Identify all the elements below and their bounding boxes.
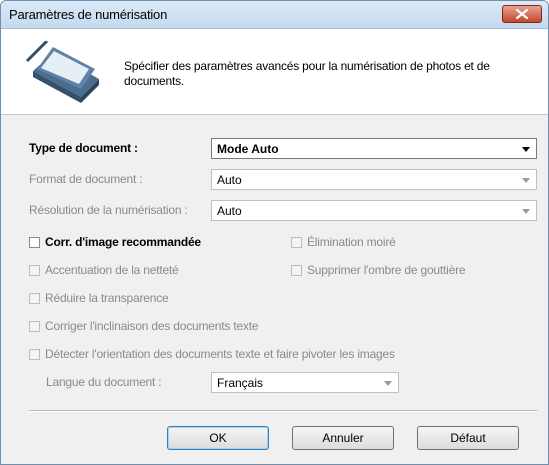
scan-resolution-value: Auto bbox=[217, 204, 242, 218]
correct-skew-checkbox[interactable]: Corriger l'inclinaison des documents tex… bbox=[29, 319, 259, 333]
moire-reduction-checkbox[interactable]: Élimination moiré bbox=[291, 235, 396, 249]
document-format-value: Auto bbox=[217, 173, 242, 187]
window-title: Paramètres de numérisation bbox=[9, 7, 168, 22]
document-type-label: Type de document : bbox=[29, 141, 138, 155]
image-correction-checkbox[interactable]: Corr. d'image recommandée bbox=[29, 235, 201, 249]
title-bar[interactable]: Paramètres de numérisation bbox=[1, 1, 548, 29]
detect-orientation-label: Détecter l'orientation des documents tex… bbox=[45, 347, 395, 361]
chevron-down-icon bbox=[522, 178, 530, 183]
checkbox-box[interactable] bbox=[29, 292, 40, 304]
checkbox-box[interactable] bbox=[291, 264, 302, 276]
reduce-show-through-label: Réduire la transparence bbox=[45, 291, 169, 305]
sharpening-checkbox[interactable]: Accentuation de la netteté bbox=[29, 263, 179, 277]
image-correction-label: Corr. d'image recommandée bbox=[45, 235, 201, 249]
document-type-select[interactable]: Mode Auto bbox=[211, 138, 537, 159]
document-type-value: Mode Auto bbox=[217, 142, 279, 156]
chevron-down-icon bbox=[522, 209, 530, 214]
checkbox-box[interactable] bbox=[29, 348, 40, 360]
document-format-select[interactable]: Auto bbox=[211, 169, 537, 190]
gutter-shadow-checkbox[interactable]: Supprimer l'ombre de gouttière bbox=[291, 263, 466, 277]
scanner-icon bbox=[25, 41, 99, 103]
close-button[interactable] bbox=[502, 5, 542, 23]
scan-resolution-label: Résolution de la numérisation : bbox=[29, 203, 188, 217]
moire-reduction-label: Élimination moiré bbox=[307, 235, 396, 249]
checkbox-box[interactable] bbox=[29, 320, 40, 332]
document-language-label: Langue du document : bbox=[46, 375, 162, 389]
header-description: Spécifier des paramètres avancés pour la… bbox=[124, 59, 490, 88]
chevron-down-icon bbox=[384, 381, 392, 386]
document-language-select[interactable]: Français bbox=[211, 372, 399, 393]
document-language-value: Français bbox=[217, 376, 264, 390]
checkbox-box[interactable] bbox=[29, 264, 40, 276]
correct-skew-label: Corriger l'inclinaison des documents tex… bbox=[45, 319, 259, 333]
default-button[interactable]: Défaut bbox=[417, 426, 519, 450]
close-icon bbox=[516, 9, 528, 19]
separator bbox=[29, 410, 537, 412]
scan-resolution-select[interactable]: Auto bbox=[211, 200, 537, 221]
gutter-shadow-label: Supprimer l'ombre de gouttière bbox=[307, 263, 466, 277]
sharpening-label: Accentuation de la netteté bbox=[45, 263, 179, 277]
checkbox-box[interactable] bbox=[29, 236, 40, 248]
scan-settings-dialog: Paramètres de numérisation Spécifier des… bbox=[0, 0, 549, 465]
detect-orientation-checkbox[interactable]: Détecter l'orientation des documents tex… bbox=[29, 347, 395, 361]
chevron-down-icon bbox=[522, 147, 530, 152]
ok-button[interactable]: OK bbox=[167, 426, 269, 450]
document-format-label: Format de document : bbox=[29, 172, 143, 186]
checkbox-box[interactable] bbox=[291, 236, 302, 248]
reduce-show-through-checkbox[interactable]: Réduire la transparence bbox=[29, 291, 169, 305]
dialog-header: Spécifier des paramètres avancés pour la… bbox=[1, 29, 548, 115]
cancel-button[interactable]: Annuler bbox=[292, 426, 394, 450]
